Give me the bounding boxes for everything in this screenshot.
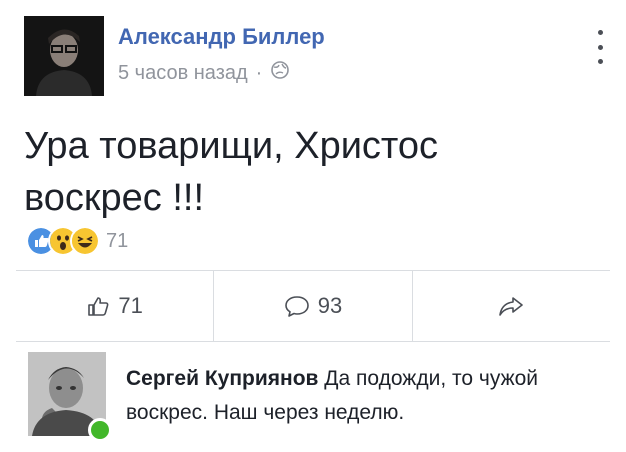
- author-avatar[interactable]: [24, 16, 104, 96]
- reactions-summary[interactable]: 71: [26, 226, 128, 256]
- thumbs-up-icon: [88, 297, 109, 316]
- post-text: Ура товарищи, Христос воскрес !!!: [24, 125, 439, 219]
- haha-reaction-icon: [70, 226, 100, 256]
- share-button[interactable]: [411, 271, 610, 341]
- comment-body: Сергей Куприянов Да подожди, то чужой во…: [126, 362, 606, 430]
- share-icon: [499, 297, 524, 316]
- comment-button[interactable]: 93: [213, 271, 411, 341]
- comment-bubble-icon: [284, 296, 309, 317]
- online-status-icon: [88, 418, 112, 442]
- like-count: 71: [118, 293, 143, 318]
- post-time[interactable]: 5 часов назад: [118, 62, 248, 85]
- post-meta: 5 часов назад ·: [118, 60, 290, 86]
- meta-separator: ·: [255, 61, 263, 84]
- post-header: Александр Биллер 5 часов назад ·: [0, 0, 626, 110]
- like-button[interactable]: 71: [16, 271, 213, 341]
- commenter-name[interactable]: Сергей Куприянов: [126, 367, 318, 390]
- comment-count: 93: [317, 293, 343, 318]
- comment-item: Сергей Куприянов Да подожди, то чужой во…: [0, 342, 626, 452]
- post-options-icon[interactable]: [596, 30, 604, 64]
- reactions-count: 71: [106, 229, 129, 252]
- post-author-name[interactable]: Александр Биллер: [118, 24, 325, 50]
- post-actions-bar: 71 93: [16, 271, 610, 341]
- globe-icon: [270, 60, 290, 86]
